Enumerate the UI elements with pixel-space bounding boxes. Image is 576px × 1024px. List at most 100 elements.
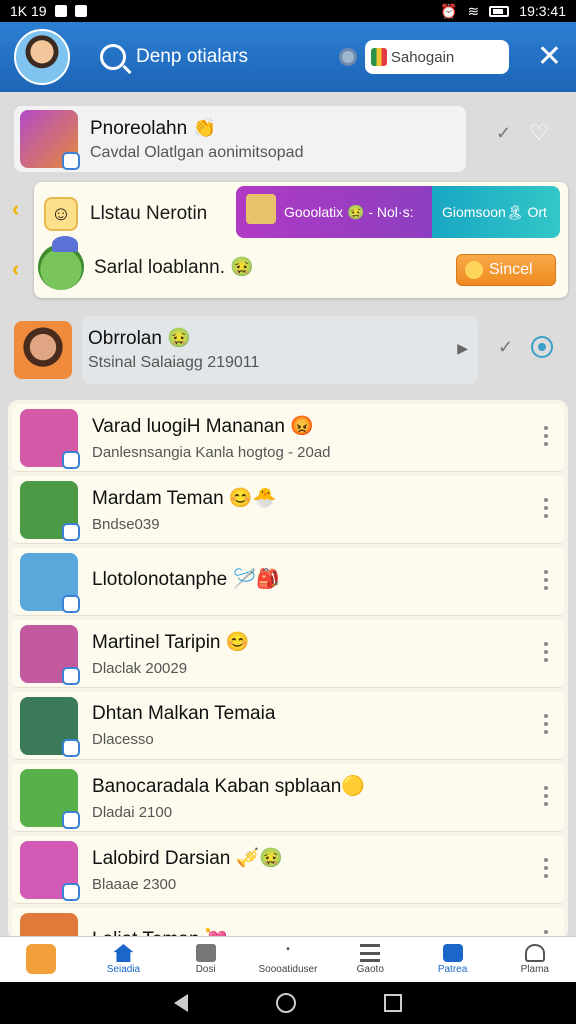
avatar <box>20 624 80 685</box>
badge-icon <box>62 666 80 685</box>
chevron-left-icon[interactable]: ‹ <box>12 256 19 282</box>
badge-icon <box>62 882 80 901</box>
chat-icon <box>442 944 463 962</box>
chevron-left-icon[interactable]: ‹ <box>12 196 19 222</box>
chat-preview: Danlesnsangia Kanla hogtog - 20ad <box>92 444 331 461</box>
tab-label: Dosi <box>195 964 216 975</box>
chat-row[interactable]: Banocaradala Kaban spblaan🟡 Dladai 2100 <box>12 764 564 832</box>
status-left-text: 1K 19 <box>10 3 47 19</box>
tab-dots[interactable]: • Soooatiduser <box>247 937 329 982</box>
more-options-icon[interactable] <box>544 714 548 734</box>
badge-icon <box>62 594 80 613</box>
status-time: 19:3:41 <box>519 3 566 19</box>
chat-name: Llotolonotanphe 🪡🎒 <box>92 568 280 590</box>
home-button-icon[interactable] <box>276 993 296 1013</box>
chat-name: Martinel Taripin 😊 <box>92 632 250 653</box>
home-icon <box>113 944 134 962</box>
recent-apps-icon[interactable] <box>384 994 402 1012</box>
avatar <box>20 768 80 829</box>
tab-label: Soooatiduser <box>258 964 318 975</box>
app-header: Denp otialars Sahogain ✕ <box>0 22 576 92</box>
chat-name: Banocaradala Kaban spblaan🟡 <box>92 776 365 797</box>
sticker-pill[interactable]: Gooolatix 🤢 - Nol·s: <box>236 186 446 238</box>
check-icon[interactable]: ✓ <box>496 123 511 144</box>
tab-book[interactable]: Dosi <box>165 937 247 982</box>
back-icon[interactable] <box>174 994 188 1012</box>
discount-pill[interactable]: Giomsoon🏝 Ort <box>432 186 560 238</box>
chat-row[interactable]: Varad luogiH Mananan 😡 Danlesnsangia Kanl… <box>12 404 564 472</box>
chat-preview: Dladai 2100 <box>92 804 173 821</box>
status-bar: 1K 19 ⏰ ≋ 19:3:41 <box>0 0 576 22</box>
search-icon[interactable] <box>100 44 126 70</box>
chat-name: Pnoreolahn 👏 <box>90 118 217 139</box>
chat-row[interactable]: Mardam Teman 😊🐣 Bndse039 <box>12 476 564 544</box>
tab-home[interactable]: Seiadia <box>82 937 164 982</box>
book-icon <box>195 944 216 962</box>
chat-preview: Stsinal Salaiagg 219011 <box>88 354 260 371</box>
chat-preview: Cavdal Olatlgan aonimitsopad <box>90 144 304 161</box>
search-label[interactable]: Denp otialars <box>136 46 248 68</box>
tab-chat[interactable]: Patrea <box>411 937 493 982</box>
more-options-icon[interactable] <box>544 498 548 518</box>
close-icon[interactable]: ✕ <box>537 42 562 72</box>
emoji-icon[interactable]: ☺ <box>44 197 78 231</box>
popup-title: Llstau Nerotin <box>90 203 208 224</box>
chat-preview: Bndse039 <box>92 516 160 533</box>
chat-row[interactable]: Llotolonotanphe 🪡🎒 <box>12 548 564 616</box>
popup-subtitle: Sarlal loablann. 🤢 <box>94 257 254 278</box>
radio-icon[interactable] <box>531 336 554 358</box>
reaction-popup: ‹ ‹ ☺ Llstau Nerotin Gooolatix 🤢 - Nol·s… <box>12 182 568 298</box>
chat-name: Varad luogiH Mananan 😡 <box>92 416 314 437</box>
play-icon[interactable]: ▶ <box>457 340 468 357</box>
avatar <box>20 696 80 757</box>
menu-icon <box>360 944 381 962</box>
battery-icon <box>489 5 510 17</box>
status-dot-icon[interactable] <box>338 48 357 66</box>
search-input[interactable]: Sahogain <box>364 40 509 74</box>
badge-icon <box>62 152 80 170</box>
bottom-tab-bar: Seiadia Dosi • Soooatiduser Gaoto Patrea Plama <box>0 936 576 982</box>
more-options-icon[interactable] <box>544 642 548 662</box>
send-button-label: Sincel <box>489 261 533 278</box>
heart-icon[interactable]: ♡ <box>529 122 551 144</box>
check-icon[interactable]: ✓ <box>498 337 513 358</box>
more-options-icon[interactable] <box>544 786 548 806</box>
chat-list: Varad luogiH Mananan 😡 Danlesnsangia Kanl… <box>8 400 568 940</box>
pinned-chat-second[interactable]: Obrrolan 🤢 Stsinal Salaiagg 219011 ▶ <box>14 316 484 384</box>
sticker-pill-label: Gooolatix 🤢 - Nol·s: <box>284 203 414 220</box>
chat-preview: Dlacesso <box>92 731 154 748</box>
badge-icon <box>62 810 80 829</box>
tab-menu[interactable]: Gaoto <box>329 937 411 982</box>
badge-icon <box>62 738 80 757</box>
discount-pill-label: Giomsoon🏝 Ort <box>442 203 547 220</box>
chat-row[interactable]: Lalobird Darsian 🎺🤢 Blaaae 2300 <box>12 836 564 904</box>
notification-icon <box>54 5 67 17</box>
send-button[interactable]: Sincel <box>456 254 556 286</box>
tab-person[interactable]: Plama <box>494 937 576 982</box>
more-options-icon[interactable] <box>544 858 548 878</box>
send-icon <box>465 261 483 279</box>
search-placeholder: Sahogain <box>390 48 455 66</box>
avatar <box>20 552 80 613</box>
more-options-icon[interactable] <box>544 570 548 590</box>
chat-name: Lalobird Darsian 🎺🤢 <box>92 848 283 869</box>
chat-name: Mardam Teman 😊🐣 <box>92 488 277 509</box>
pinned-second-actions: ✓ <box>498 336 554 358</box>
tab-cat[interactable] <box>0 937 82 982</box>
badge-icon <box>62 450 80 469</box>
pinned-actions: ✓ ♡ <box>496 122 551 144</box>
profile-avatar[interactable] <box>14 29 70 85</box>
tab-label: Seiadia <box>106 964 141 975</box>
more-options-icon[interactable] <box>544 426 548 446</box>
badge-icon <box>62 522 80 541</box>
chat-row[interactable]: Dhtan Malkan Temaia Dlacesso <box>12 692 564 760</box>
tab-label: Plama <box>520 964 549 975</box>
avatar <box>20 408 80 469</box>
gift-icon <box>246 194 276 224</box>
dots-icon: • <box>286 944 290 955</box>
tab-label: Patrea <box>437 964 468 975</box>
pinned-chat-top[interactable]: Pnoreolahn 👏 Cavdal Olatlgan aonimitsopa… <box>14 106 466 172</box>
chat-row[interactable]: Martinel Taripin 😊 Dlaclak 20029 <box>12 620 564 688</box>
chat-name: Dhtan Malkan Temaia <box>92 703 276 724</box>
avatar <box>20 480 80 541</box>
